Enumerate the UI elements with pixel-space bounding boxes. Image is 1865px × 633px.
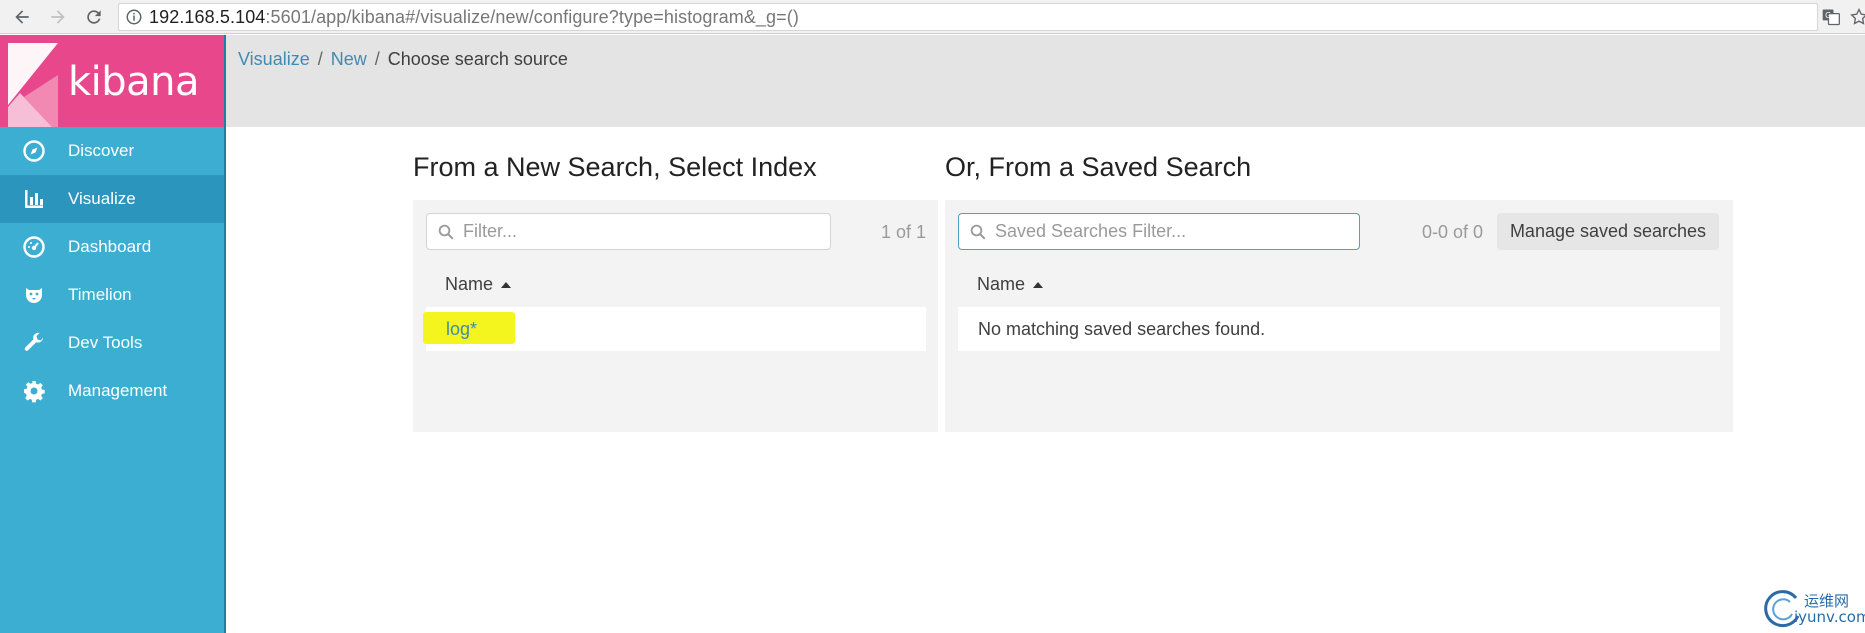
sidebar: kibana Discover Visualize Dashboard Time… <box>0 35 224 633</box>
column-header-label: Name <box>977 274 1026 294</box>
sidebar-item-dev-tools[interactable]: Dev Tools <box>0 319 224 367</box>
index-filter-input[interactable] <box>463 221 817 242</box>
index-panel: 1 of 1 Name log* <box>413 200 938 432</box>
sort-ascending-icon <box>501 281 512 288</box>
breadcrumb: Visualize / New / Choose search source <box>238 49 568 70</box>
empty-results-row: No matching saved searches found. <box>958 307 1720 351</box>
translate-icon[interactable]: G <box>1820 6 1842 28</box>
back-arrow-icon[interactable] <box>10 5 34 29</box>
search-icon <box>438 224 454 239</box>
reload-icon[interactable] <box>82 5 106 29</box>
index-pager: 1 of 1 <box>881 222 927 242</box>
empty-results-message: No matching saved searches found. <box>978 318 1266 339</box>
sidebar-item-label: Management <box>68 381 168 400</box>
top-nav-bar: Visualize / New / Choose search source <box>226 35 1865 127</box>
sidebar-item-label: Dev Tools <box>68 333 143 352</box>
sidebar-nav: Discover Visualize Dashboard Timelion De… <box>0 127 224 415</box>
breadcrumb-current: Choose search source <box>387 49 568 69</box>
info-icon[interactable] <box>119 3 149 31</box>
sidebar-item-dashboard[interactable]: Dashboard <box>0 223 224 271</box>
search-icon <box>970 224 986 239</box>
sidebar-item-label: Visualize <box>68 189 136 208</box>
sidebar-item-discover[interactable]: Discover <box>0 127 224 175</box>
saved-section-title: Or, From a Saved Search <box>945 152 1252 182</box>
svg-text:G: G <box>1825 11 1831 20</box>
browser-toolbar: 192.168.5.104:5601/app/kibana#/visualize… <box>0 0 1865 34</box>
sidebar-item-management[interactable]: Management <box>0 367 224 415</box>
watermark-logo: 运维网 iyunv.com <box>1762 588 1865 630</box>
dashboard-icon <box>0 223 68 271</box>
timelion-icon <box>0 271 68 319</box>
sidebar-item-label: Discover <box>68 141 135 160</box>
breadcrumb-separator: / <box>374 49 380 69</box>
sort-ascending-icon <box>1033 281 1044 288</box>
forward-arrow-icon[interactable] <box>46 5 70 29</box>
index-name-column-header[interactable]: Name <box>445 274 512 295</box>
url-text: 192.168.5.104:5601/app/kibana#/visualize… <box>149 6 799 27</box>
bar-chart-icon <box>0 175 68 223</box>
gear-icon <box>0 367 68 415</box>
saved-search-filter-field[interactable] <box>958 213 1360 250</box>
manage-saved-searches-button[interactable]: Manage saved searches <box>1497 213 1719 250</box>
watermark-en-text: iyunv.com <box>1794 608 1865 626</box>
sidebar-item-timelion[interactable]: Timelion <box>0 271 224 319</box>
index-section-title: From a New Search, Select Index <box>413 152 817 182</box>
breadcrumb-new[interactable]: New <box>331 49 367 70</box>
kibana-logo[interactable]: kibana <box>0 35 224 127</box>
sidebar-item-visualize[interactable]: Visualize <box>0 175 224 223</box>
index-pattern-link[interactable]: log* <box>446 319 477 340</box>
compass-icon <box>0 127 68 175</box>
saved-search-panel: 0-0 of 0 Manage saved searches Name No m… <box>945 200 1733 432</box>
sidebar-item-label: Dashboard <box>68 237 152 256</box>
saved-name-column-header[interactable]: Name <box>977 274 1044 295</box>
sidebar-item-label: Timelion <box>68 285 132 304</box>
wrench-icon <box>0 319 68 367</box>
bookmark-star-icon[interactable] <box>1848 6 1865 28</box>
kibana-logo-icon <box>8 43 58 127</box>
index-filter-field[interactable] <box>426 213 831 250</box>
breadcrumb-visualize[interactable]: Visualize <box>238 49 310 70</box>
index-list-item[interactable]: log* <box>423 307 926 351</box>
column-header-label: Name <box>445 274 494 294</box>
breadcrumb-separator: / <box>317 49 323 69</box>
saved-search-filter-input[interactable] <box>995 221 1346 242</box>
logo-text: kibana <box>68 59 200 105</box>
saved-search-pager: 0-0 of 0 <box>1422 222 1484 242</box>
address-bar[interactable]: 192.168.5.104:5601/app/kibana#/visualize… <box>118 3 1818 31</box>
